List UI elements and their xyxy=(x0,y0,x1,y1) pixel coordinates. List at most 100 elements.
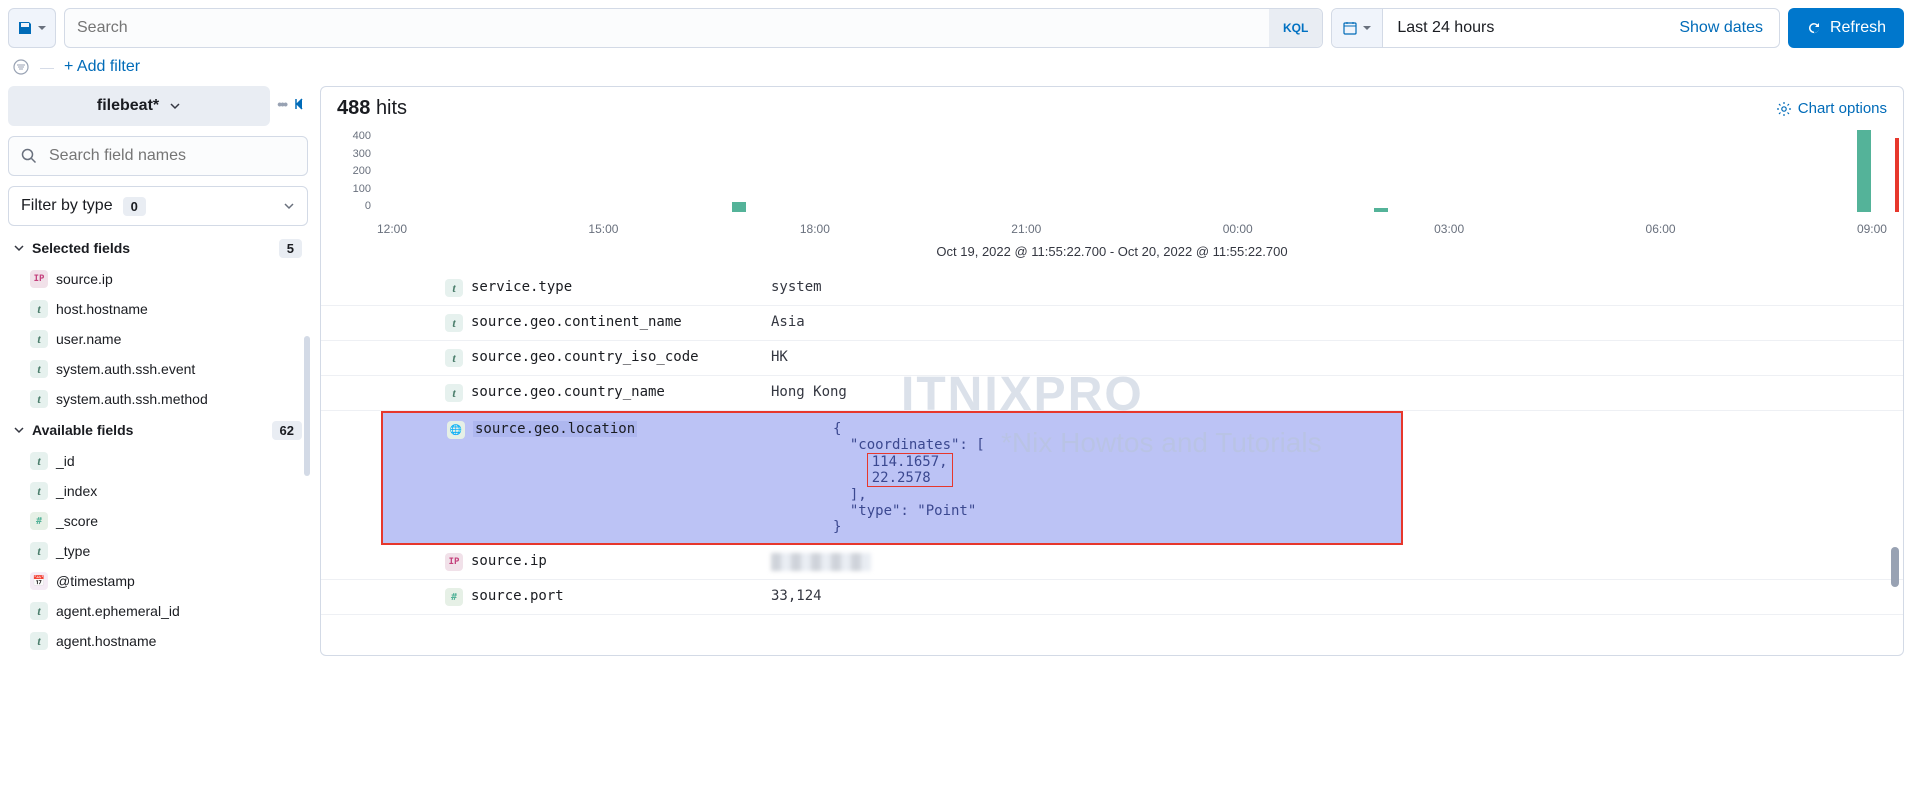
date-picker: Last 24 hours Show dates xyxy=(1331,8,1780,48)
field-name: _id xyxy=(56,453,75,469)
doc-row[interactable]: tsource.geo.country_iso_code HK xyxy=(321,341,1903,376)
date-quick-menu[interactable] xyxy=(1332,9,1383,47)
field-type-icon: 📅 xyxy=(30,572,48,590)
doc-row[interactable]: t source.geo.country_name Hong Kong xyxy=(321,376,1903,411)
histogram-chart[interactable]: 4003002001000 12:0015:0018:0021:0000:000… xyxy=(321,130,1903,271)
field-name: source.ip xyxy=(56,271,113,287)
field-item[interactable]: tsystem.auth.ssh.event xyxy=(8,354,308,384)
field-item[interactable]: t agent.hostname xyxy=(8,626,308,656)
index-pattern-name: filebeat* xyxy=(97,97,159,115)
doc-field-value: 33,124 xyxy=(771,588,1903,606)
field-type-icon: 🌐 xyxy=(447,421,465,439)
field-item[interactable]: t user.name xyxy=(8,324,308,354)
available-fields-header[interactable]: Available fields 62 xyxy=(8,414,308,446)
filter-type-count: 0 xyxy=(123,197,146,216)
sidebar-collapse-icon[interactable] xyxy=(292,96,308,112)
content-panel: 488 hits Chart options 4003002001000 12:… xyxy=(320,86,1904,656)
field-name: agent.ephemeral_id xyxy=(56,603,180,619)
field-name: system.auth.ssh.method xyxy=(56,391,208,407)
sidebar-scrollbar[interactable] xyxy=(304,336,310,476)
field-type-icon: t xyxy=(30,390,48,408)
field-type-icon: t xyxy=(30,542,48,560)
field-type-icon: t xyxy=(445,384,463,402)
field-item[interactable]: t host.hostname xyxy=(8,294,308,324)
field-name: @timestamp xyxy=(56,573,135,589)
field-item[interactable]: t_id xyxy=(8,446,308,476)
field-name: system.auth.ssh.event xyxy=(56,361,195,377)
field-type-icon: t xyxy=(30,300,48,318)
divider: — xyxy=(40,59,54,75)
search-icon xyxy=(20,147,38,165)
field-item[interactable]: #_score xyxy=(8,506,308,536)
field-item[interactable]: 📅 @timestamp xyxy=(8,566,308,596)
disk-icon xyxy=(17,20,33,36)
field-item[interactable]: t_type xyxy=(8,536,308,566)
chart-plot xyxy=(377,130,1887,212)
doc-row[interactable]: tservice.type system xyxy=(321,271,1903,306)
filter-settings-icon[interactable] xyxy=(12,58,30,76)
calendar-icon xyxy=(1342,20,1358,36)
field-name: agent.hostname xyxy=(56,633,156,649)
doc-row[interactable]: # source.port 33,124 xyxy=(321,580,1903,615)
doc-field-name: source.geo.location xyxy=(473,421,637,437)
y-axis: 4003002001000 xyxy=(337,130,371,212)
date-range-text[interactable]: Last 24 hours xyxy=(1383,19,1663,37)
sidebar: filebeat* ••• Filter by type 0 Selected … xyxy=(8,86,308,656)
doc-row[interactable]: tsource.geo.continent_name Asia xyxy=(321,306,1903,341)
document-fields: tservice.type system tsource.geo.contine… xyxy=(321,271,1903,615)
field-item[interactable]: t_index xyxy=(8,476,308,506)
field-type-icon: # xyxy=(445,588,463,606)
available-fields-label: Available fields xyxy=(32,422,133,438)
redacted-value xyxy=(771,553,871,571)
search-input[interactable] xyxy=(65,19,1269,37)
doc-field-value: { "coordinates": [ 114.1657, 22.2578 ], … xyxy=(833,421,1401,535)
doc-field-name: source.geo.continent_name xyxy=(471,314,682,330)
field-type-icon: t xyxy=(30,330,48,348)
field-type-icon: IP xyxy=(30,270,48,288)
doc-field-value xyxy=(771,553,1903,571)
doc-field-name: source.ip xyxy=(471,553,547,569)
x-axis: 12:0015:0018:0021:0000:0003:0006:0009:00 xyxy=(377,222,1887,236)
doc-row-highlighted[interactable]: 🌐 source.geo.location { "coordinates": [ … xyxy=(381,411,1403,545)
field-name: _score xyxy=(56,513,98,529)
kql-badge[interactable]: KQL xyxy=(1269,9,1322,47)
refresh-button[interactable]: Refresh xyxy=(1788,8,1904,48)
filter-by-type[interactable]: Filter by type 0 xyxy=(8,186,308,226)
chart-options-button[interactable]: Chart options xyxy=(1776,100,1887,117)
saved-query-menu[interactable] xyxy=(8,8,56,48)
field-item[interactable]: IP source.ip xyxy=(8,264,308,294)
selected-fields-label: Selected fields xyxy=(32,240,130,256)
field-search-input[interactable] xyxy=(8,136,308,176)
filter-by-type-label: Filter by type xyxy=(21,197,113,215)
show-dates-link[interactable]: Show dates xyxy=(1663,19,1779,37)
doc-field-name: service.type xyxy=(471,279,572,295)
field-item[interactable]: t system.auth.ssh.method xyxy=(8,384,308,414)
hit-count: 488 hits xyxy=(337,97,407,120)
doc-field-name: source.geo.country_name xyxy=(471,384,665,400)
field-type-icon: t xyxy=(30,632,48,650)
collapse-icon[interactable]: ••• xyxy=(277,96,286,112)
field-item[interactable]: tagent.ephemeral_id xyxy=(8,596,308,626)
chevron-down-icon xyxy=(14,425,24,435)
content-scrollbar[interactable] xyxy=(1891,547,1899,587)
chart-time-range: Oct 19, 2022 @ 11:55:22.700 - Oct 20, 20… xyxy=(337,236,1887,271)
refresh-label: Refresh xyxy=(1830,19,1886,37)
doc-field-value: system xyxy=(771,279,1903,297)
chevron-down-icon xyxy=(169,100,181,112)
doc-field-name: source.port xyxy=(471,588,564,604)
field-name: user.name xyxy=(56,331,121,347)
field-type-icon: IP xyxy=(445,553,463,571)
doc-field-name: source.geo.country_iso_code xyxy=(471,349,699,365)
selected-fields-header[interactable]: Selected fields 5 xyxy=(8,232,308,264)
doc-field-value: HK xyxy=(771,349,1903,367)
chevron-down-icon xyxy=(1362,23,1372,33)
refresh-icon xyxy=(1806,20,1822,36)
doc-field-value: Hong Kong xyxy=(771,384,1903,402)
selected-fields-count: 5 xyxy=(279,239,302,258)
doc-row[interactable]: IP source.ip xyxy=(321,545,1903,580)
search-box: KQL xyxy=(64,8,1323,48)
field-type-icon: t xyxy=(445,314,463,332)
add-filter-button[interactable]: + Add filter xyxy=(64,58,140,76)
index-pattern-selector[interactable]: filebeat* xyxy=(8,86,270,126)
field-name: host.hostname xyxy=(56,301,148,317)
